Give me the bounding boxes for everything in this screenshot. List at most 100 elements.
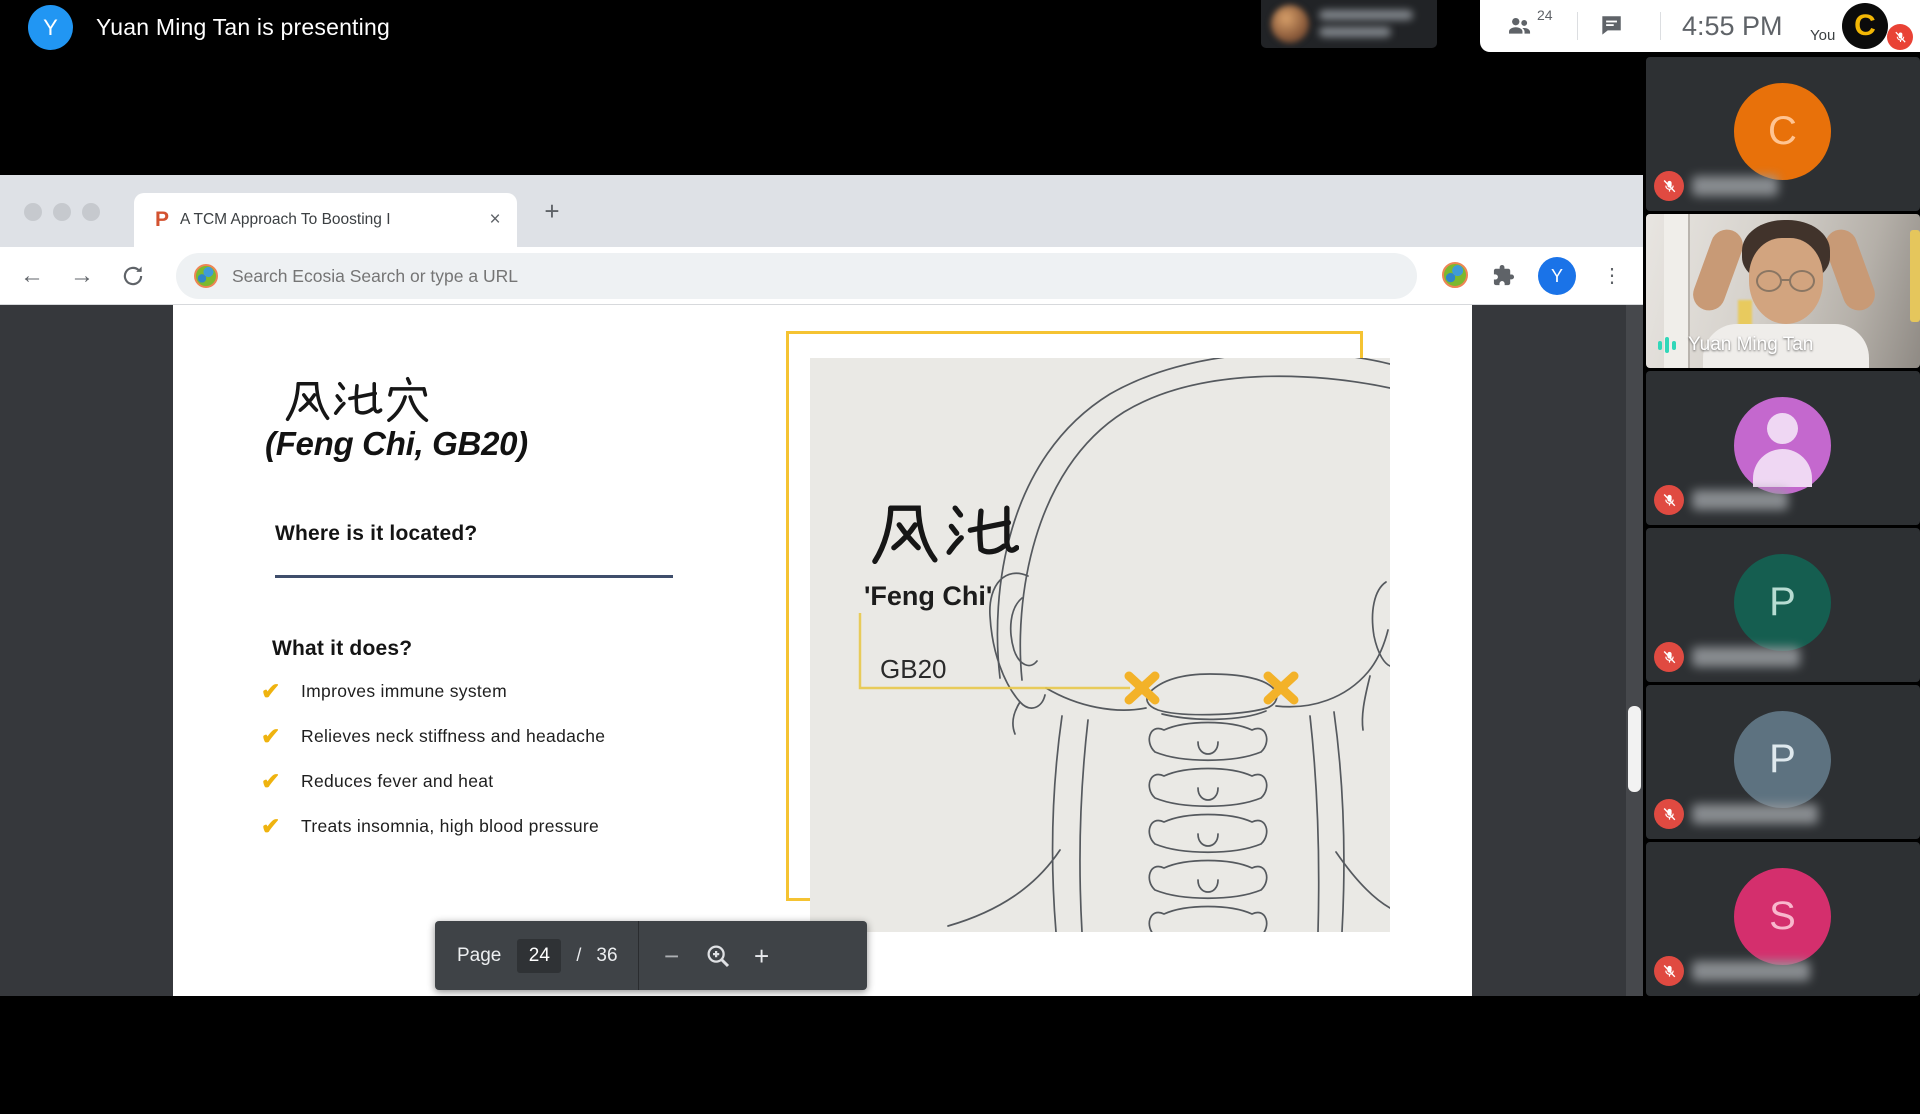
person-face — [1749, 238, 1823, 324]
people-icon — [1506, 13, 1532, 39]
diagram-label-chinese — [875, 508, 1017, 561]
benefit-text: Treats insomnia, high blood pressure — [301, 816, 599, 837]
scrollbar-thumb[interactable] — [1628, 706, 1641, 792]
anatomy-diagram: 风池 — [810, 358, 1390, 932]
slide-title-chinese: 风池穴 — [281, 375, 433, 427]
slide-title-latin: (Feng Chi, GB20) — [265, 425, 528, 463]
muted-mic-badge — [1654, 485, 1684, 515]
back-button[interactable]: ← — [16, 260, 48, 292]
speaking-indicator-icon — [1654, 332, 1680, 358]
self-avatar[interactable]: C — [1842, 3, 1888, 49]
muted-mic-badge — [1654, 642, 1684, 672]
blurred-participant-name — [1692, 490, 1788, 510]
benefit-item: ✔ Improves immune system — [261, 677, 507, 705]
mic-off-icon — [1661, 806, 1678, 823]
mic-off-icon — [1661, 649, 1678, 666]
glasses-lens — [1789, 270, 1815, 292]
check-icon: ✔ — [261, 768, 301, 795]
reload-button[interactable] — [120, 263, 146, 289]
browser-menu-button[interactable]: ⋮ — [1600, 259, 1624, 293]
zoom-tool-button[interactable] — [703, 941, 733, 971]
silhouette-body — [1753, 449, 1812, 487]
participant-avatar: P — [1734, 711, 1831, 808]
self-muted-badge — [1887, 24, 1913, 50]
page-label: Page — [457, 945, 501, 967]
ecosia-extension-button[interactable] — [1442, 262, 1468, 288]
address-input[interactable] — [232, 253, 1332, 299]
benefit-text: Improves immune system — [301, 681, 507, 702]
glasses-bridge — [1781, 279, 1790, 281]
acupoint-marker-left — [1129, 676, 1155, 700]
participant-tile-video[interactable]: Yuan Ming Tan — [1646, 214, 1920, 368]
meet-top-bar: Y Yuan Ming Tan is presenting 24 4:55 PM — [0, 0, 1920, 55]
forward-button[interactable]: → — [66, 260, 98, 292]
extensions-button[interactable] — [1492, 264, 1515, 287]
participant-avatar: S — [1734, 868, 1831, 965]
check-icon: ✔ — [261, 723, 301, 750]
glasses-lens — [1756, 270, 1782, 292]
diagram-label-point-code: GB20 — [880, 654, 947, 684]
mic-off-icon — [1661, 963, 1678, 980]
benefit-item: ✔ Relieves neck stiffness and headache — [261, 722, 605, 750]
muted-mic-badge — [1654, 171, 1684, 201]
blurred-participant-name — [1692, 647, 1800, 667]
benefit-item: ✔ Treats insomnia, high blood pressure — [261, 812, 599, 840]
browser-profile-button[interactable]: Y — [1538, 257, 1576, 295]
mic-off-icon — [1661, 178, 1678, 195]
page-separator: / — [576, 945, 581, 966]
participant-tile[interactable]: P — [1646, 685, 1920, 839]
chat-button[interactable] — [1598, 13, 1624, 39]
zoom-out-button[interactable]: − — [655, 936, 689, 976]
participant-tile[interactable] — [1646, 371, 1920, 525]
participant-count: 24 — [1537, 7, 1553, 23]
blurred-avatar — [1271, 5, 1309, 43]
address-bar[interactable] — [176, 253, 1417, 299]
blurred-text-line — [1319, 10, 1413, 20]
participant-avatar: P — [1734, 554, 1831, 651]
participants-button[interactable] — [1506, 13, 1532, 39]
check-icon: ✔ — [261, 678, 301, 705]
blurred-participant-name — [1692, 961, 1810, 981]
total-pages: 36 — [596, 945, 617, 967]
muted-mic-badge — [1654, 799, 1684, 829]
underline-rule — [275, 575, 673, 578]
window-minimize-button[interactable] — [53, 203, 71, 221]
tab-title: A TCM Approach To Boosting I — [180, 193, 470, 247]
page-number-input[interactable] — [517, 939, 561, 973]
participant-avatar-silhouette — [1734, 397, 1831, 494]
pdf-viewer: 风池穴 (Feng Chi, GB20) Where is it located… — [0, 305, 1643, 996]
blurred-text-line — [1319, 27, 1391, 37]
silhouette-head — [1767, 413, 1798, 444]
divider — [638, 921, 639, 990]
diagram-label-pinyin: 'Feng Chi' — [864, 581, 992, 611]
shared-browser-window: P A TCM Approach To Boosting I × + ← → Y… — [0, 175, 1643, 996]
participant-preview-thumbnail[interactable] — [1261, 0, 1437, 48]
tab-close-button[interactable]: × — [485, 193, 505, 247]
question-function: What it does? — [272, 637, 412, 661]
browser-toolbar: ← → Y ⋮ — [0, 247, 1643, 305]
presenter-avatar: Y — [28, 5, 73, 50]
window-zoom-button[interactable] — [82, 203, 100, 221]
question-location: Where is it located? — [275, 522, 477, 546]
muted-mic-badge — [1654, 956, 1684, 986]
participant-avatar: C — [1734, 83, 1831, 180]
divider — [1577, 12, 1578, 40]
participant-tile[interactable]: C — [1646, 57, 1920, 211]
scrollbar-track[interactable] — [1626, 305, 1643, 996]
divider — [1660, 12, 1661, 40]
zoom-in-button[interactable]: + — [745, 936, 779, 976]
participant-tile[interactable]: P — [1646, 528, 1920, 682]
pdf-control-bar: Page / 36 − + — [435, 921, 867, 990]
slide-page: 风池穴 (Feng Chi, GB20) Where is it located… — [173, 305, 1472, 996]
blurred-participant-name — [1692, 804, 1818, 824]
new-tab-button[interactable]: + — [536, 189, 568, 233]
window-close-button[interactable] — [24, 203, 42, 221]
chinese-characters-art — [281, 375, 433, 427]
mic-off-icon — [1893, 30, 1908, 45]
mic-off-icon — [1661, 492, 1678, 509]
browser-tab[interactable]: P A TCM Approach To Boosting I × — [134, 193, 517, 247]
benefit-text: Relieves neck stiffness and headache — [301, 726, 605, 747]
participant-name: Yuan Ming Tan — [1688, 334, 1813, 356]
participant-tile[interactable]: S — [1646, 842, 1920, 996]
check-icon: ✔ — [261, 813, 301, 840]
